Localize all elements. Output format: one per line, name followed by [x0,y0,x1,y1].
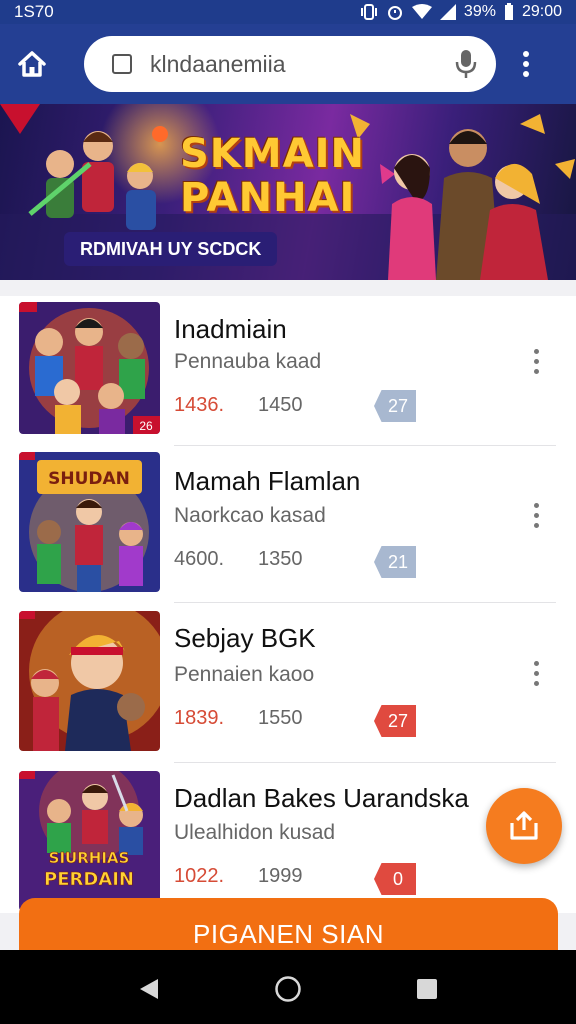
overflow-menu-button[interactable] [496,24,556,104]
banner-title-line1: SKMAIN [180,131,365,177]
share-icon [510,811,538,840]
item-stat-primary: 4600. [174,548,225,570]
clock: 29:00 [521,3,562,20]
item-subtitle: Ulealhidon kusad [174,821,336,844]
alarm-icon [387,6,402,20]
more-dot-icon [533,670,539,676]
item-stat-primary: 1839. [174,707,225,729]
voice-search-button[interactable] [452,46,480,82]
banner-title-line2: PANHAI [180,175,356,221]
thumb-corner-label: 26 [139,419,153,433]
status-left-text: 1S70 [14,2,54,21]
item-thumbnail: SIURHIAS PERDAIN [19,771,160,911]
item-title: Dadlan Bakes Uarandska [174,783,469,813]
item-subtitle: Naorkcao kasad [174,504,326,527]
search-checkbox[interactable] [112,54,132,74]
more-dot-icon [533,522,539,528]
more-dot-icon [533,368,539,374]
back-icon [140,979,158,999]
item-thumbnail [19,611,160,751]
item-menu-button[interactable] [526,653,546,693]
battery-level: 39% [463,3,496,20]
item-thumbnail: SHUDAN [19,452,160,592]
thumb-banner-line2: PERDAIN [44,869,134,890]
list-item[interactable]: SHUDAN Mamah Flamlan Naorkcao kasad 4600… [0,446,576,603]
item-count-badge: 0 [374,863,416,895]
more-dot-icon [533,512,539,518]
thumb-banner-line1: SIURHIAS [49,849,130,867]
system-nav-bar [0,950,576,1024]
item-stat-secondary: 1450 [258,394,303,416]
more-dot-icon [533,348,539,354]
search-bar[interactable]: klndaanemiia [84,36,496,92]
item-title: Mamah Flamlan [174,466,361,496]
item-count-badge: 27 [374,705,416,737]
item-stat-secondary: 1999 [258,865,303,887]
item-stat-primary: 1436. [174,394,225,416]
share-fab[interactable] [486,788,562,864]
home-button[interactable] [0,24,64,104]
item-stat-secondary: 1550 [258,707,303,729]
app-screen: 1S70 39% 29:00 klndaanemiia SKMAIN PANHA… [0,0,576,1024]
search-input[interactable]: klndaanemiia [150,51,452,78]
home-circle-icon [275,976,301,1002]
item-count-badge: 27 [374,390,416,422]
more-dot-icon [533,358,539,364]
home-icon [18,51,46,77]
app-bar: klndaanemiia [0,24,576,104]
promo-banner[interactable]: SKMAIN PANHAI RDMIVAH UY SCDCK [0,104,576,280]
more-dot-icon [533,502,539,508]
list-item[interactable]: Sebjay BGK Pennaien kaoo 1839. 1550 27 [0,603,576,763]
banner-subtitle: RDMIVAH UY SCDCK [64,232,278,266]
item-menu-button[interactable] [526,341,546,381]
item-count-badge: 21 [374,546,416,578]
item-subtitle: Pennauba kaad [174,350,322,373]
back-button[interactable] [132,972,166,1006]
recents-button[interactable] [410,972,444,1006]
thumb-banner-label: SHUDAN [48,469,130,489]
recents-icon [417,979,437,999]
vibrate-icon [360,4,377,20]
signal-icon [439,4,456,20]
more-vert-icon [523,51,529,77]
list-item[interactable]: 26 Inadmiain Pennauba kaad 1436. 1450 27 [0,296,576,446]
item-thumbnail: 26 [19,302,160,434]
banner-title: SKMAIN PANHAI [180,132,365,220]
more-dot-icon [533,660,539,666]
wifi-icon [411,4,432,19]
item-menu-button[interactable] [526,495,546,535]
item-subtitle: Pennaien kaoo [174,663,315,686]
item-stat-primary: 1022. [174,865,225,887]
battery-icon [504,3,513,20]
home-nav-button[interactable] [271,972,305,1006]
status-bar: 1S70 39% 29:00 [0,0,576,24]
item-title: Sebjay BGK [174,623,316,653]
item-stat-secondary: 1350 [258,548,303,570]
status-icons: 39% 29:00 [360,3,562,21]
mic-icon [455,50,477,78]
more-dot-icon [533,680,539,686]
item-title: Inadmiain [174,314,287,344]
